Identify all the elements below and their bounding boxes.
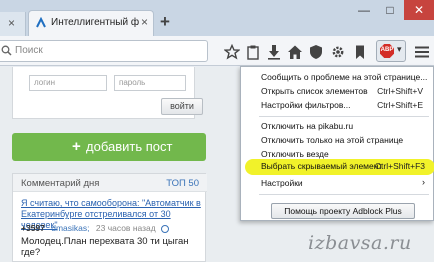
comment-author-link[interactable]: dmasikas; xyxy=(51,223,89,233)
comment-card-header: Комментарий дня ТОП 50 xyxy=(13,174,207,192)
comment-text: Молодец.План перехвата 30 ти цыган где? xyxy=(21,236,189,258)
menu-item-shortcut: Ctrl+Shift+F3 xyxy=(374,161,425,171)
close-window-button[interactable]: ✕ xyxy=(404,0,434,20)
comment-score: +3597 xyxy=(21,223,45,233)
maximize-button[interactable]: □ xyxy=(378,0,402,20)
menu-separator xyxy=(259,194,429,195)
settings-gear-icon[interactable] xyxy=(330,44,346,60)
title-bar: × Интеллигентный форум-... × + — □ ✕ xyxy=(0,0,434,36)
bookmark-icon[interactable] xyxy=(352,44,368,60)
menu-item-open-blockable[interactable]: Открыть список элементов Ctrl+Shift+V xyxy=(241,85,434,99)
tab-active[interactable]: Интеллигентный форум-... × xyxy=(28,10,154,36)
watermark: izbavsa.ru xyxy=(308,232,412,254)
adblock-plus-help-button[interactable]: Помощь проекту Adblock Plus xyxy=(271,203,415,219)
menu-item-shortcut: Ctrl+Shift+V xyxy=(377,86,423,96)
menu-item-disable-on-page[interactable]: Отключить только на этой странице xyxy=(241,134,434,148)
download-icon[interactable] xyxy=(266,44,282,60)
menu-item-label: Отключить только на этой странице xyxy=(261,135,404,145)
plus-icon: + xyxy=(72,138,81,155)
new-tab-button[interactable]: + xyxy=(160,12,170,32)
login-card: логин пароль войти xyxy=(12,67,203,119)
adblock-plus-menu: Сообщить о проблеме на этой странице... … xyxy=(240,66,434,221)
comment-of-day-title: Комментарий дня xyxy=(21,178,100,189)
menu-separator xyxy=(259,116,429,117)
nav-toolbar: Поиск ABP ▾ xyxy=(0,36,434,66)
add-post-label: добавить пост xyxy=(86,139,173,154)
clipboard-icon[interactable] xyxy=(245,44,261,60)
tab-close-icon[interactable]: × xyxy=(141,15,148,29)
menu-item-select-element[interactable]: Выбрать скрываемый элемент Ctrl+Shift+F3 xyxy=(245,159,434,175)
add-post-button[interactable]: + добавить пост xyxy=(12,133,206,161)
tab-close-icon[interactable]: × xyxy=(8,16,15,30)
comment-link-icon[interactable] xyxy=(161,224,170,233)
adblock-plus-button[interactable]: ABP ▾ xyxy=(376,40,406,62)
search-icon xyxy=(1,45,12,56)
shield-icon[interactable] xyxy=(308,44,324,60)
comment-of-day-card: Комментарий дня ТОП 50 Я считаю, что сам… xyxy=(12,173,207,262)
login-input[interactable]: логин xyxy=(29,75,107,91)
minimize-button[interactable]: — xyxy=(352,0,376,20)
menu-item-settings[interactable]: Настройки › xyxy=(241,177,434,191)
search-input[interactable]: Поиск xyxy=(0,40,208,62)
chevron-down-icon: ▾ xyxy=(397,44,402,54)
pikabu-favicon-icon xyxy=(36,17,46,28)
menu-item-label: Отключить везде xyxy=(261,149,329,159)
search-placeholder: Поиск xyxy=(15,45,43,56)
password-input[interactable]: пароль xyxy=(114,75,186,91)
menu-item-filter-preferences[interactable]: Настройки фильтров... Ctrl+Shift+E xyxy=(241,99,434,113)
star-icon[interactable] xyxy=(224,44,240,60)
menu-item-label: Сообщить о проблеме на этой странице... xyxy=(261,72,428,82)
login-button[interactable]: войти xyxy=(161,98,203,115)
menu-item-report-issue[interactable]: Сообщить о проблеме на этой странице... xyxy=(241,71,434,85)
home-icon[interactable] xyxy=(287,44,303,60)
menu-item-label: Отключить на pikabu.ru xyxy=(261,121,354,131)
top50-link[interactable]: ТОП 50 xyxy=(166,178,199,189)
comment-date: 23 часов назад xyxy=(95,223,156,233)
comment-meta: +3597 dmasikas; 23 часов назад xyxy=(21,223,170,233)
hamburger-menu-icon[interactable] xyxy=(414,44,430,60)
menu-item-label: Настройки xyxy=(261,178,303,188)
menu-item-shortcut: Ctrl+Shift+E xyxy=(377,100,423,110)
tab-title: Интеллигентный форум-... xyxy=(51,17,139,28)
menu-item-label: Настройки фильтров... xyxy=(261,100,351,110)
menu-item-disable-on-site[interactable]: Отключить на pikabu.ru xyxy=(241,120,434,134)
chevron-right-icon: › xyxy=(422,177,425,187)
menu-item-label: Открыть список элементов xyxy=(261,86,368,96)
menu-item-label: Выбрать скрываемый элемент xyxy=(261,161,383,171)
abp-icon: ABP xyxy=(380,44,394,58)
tab-previous[interactable]: × xyxy=(0,12,26,36)
abp-badge-text: ABP xyxy=(380,47,394,53)
